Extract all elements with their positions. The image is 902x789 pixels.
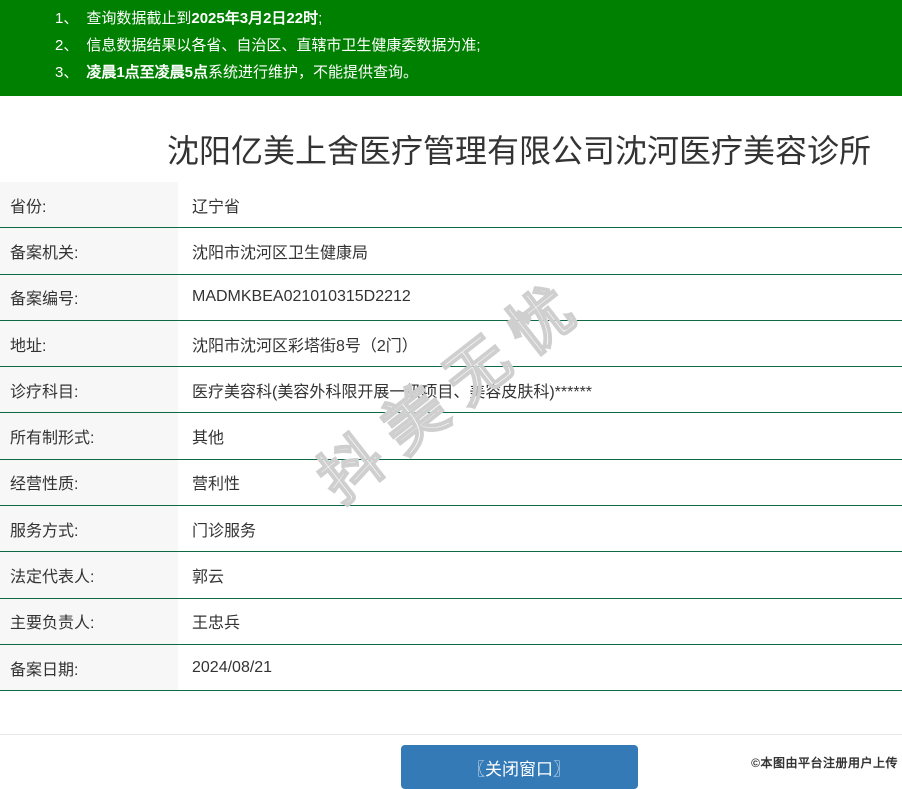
image-credit: ©本图由平台注册用户上传: [751, 754, 898, 771]
row-value: 营利性: [178, 460, 902, 505]
notice-text: 查询数据截止到: [86, 10, 191, 27]
row-label: 主要负责人:: [0, 599, 178, 644]
row-value: 沈阳市沈河区彩塔街8号（2门）: [178, 321, 902, 366]
table-row-operation-nature: 经营性质: 营利性: [0, 460, 902, 506]
row-label: 经营性质:: [0, 460, 178, 505]
notice-line-3: 3、凌晨1点至凌晨5点系统进行维护，不能提供查询。: [55, 59, 902, 86]
row-value: 辽宁省: [178, 182, 902, 227]
row-label: 备案日期:: [0, 645, 178, 690]
table-row-principal-person: 主要负责人: 王忠兵: [0, 599, 902, 645]
row-value: 郭云: [178, 552, 902, 597]
table-row-service-mode: 服务方式: 门诊服务: [0, 506, 902, 552]
notice-line-1: 1、查询数据截止到2025年3月2日22时;: [55, 5, 902, 32]
close-window-button[interactable]: 〖关闭窗口〗: [401, 745, 638, 789]
row-label: 所有制形式:: [0, 413, 178, 458]
table-row-filing-number: 备案编号: MADMKBEA021010315D2212: [0, 275, 902, 321]
row-value: MADMKBEA021010315D2212: [178, 275, 902, 320]
row-value: 其他: [178, 413, 902, 458]
notice-number: 1、: [55, 10, 78, 27]
notice-banner: 1、查询数据截止到2025年3月2日22时; 2、信息数据结果以各省、自治区、直…: [0, 0, 902, 96]
notice-line-2: 2、信息数据结果以各省、自治区、直辖市卫生健康委数据为准;: [55, 32, 902, 59]
table-row-ownership-form: 所有制形式: 其他: [0, 413, 902, 459]
info-table: 省份: 辽宁省 备案机关: 沈阳市沈河区卫生健康局 备案编号: MADMKBEA…: [0, 182, 902, 691]
table-row-province: 省份: 辽宁省: [0, 182, 902, 228]
row-label: 地址:: [0, 321, 178, 366]
notice-text: 系统进行维护，不能提供查询。: [208, 64, 418, 81]
notice-number: 2、: [55, 37, 78, 54]
notice-text-bold: 凌晨1点至凌晨5点: [86, 64, 208, 81]
row-value: 王忠兵: [178, 599, 902, 644]
table-row-address: 地址: 沈阳市沈河区彩塔街8号（2门）: [0, 321, 902, 367]
row-label: 备案编号:: [0, 275, 178, 320]
row-label: 服务方式:: [0, 506, 178, 551]
notice-text-bold: 2025年3月2日22时: [191, 10, 318, 27]
page-title: 沈阳亿美上舍医疗管理有限公司沈河医疗美容诊所: [0, 96, 902, 182]
notice-text: 信息数据结果以各省、自治区、直辖市卫生健康委数据为准;: [86, 37, 480, 54]
row-label: 法定代表人:: [0, 552, 178, 597]
table-row-legal-representative: 法定代表人: 郭云: [0, 552, 902, 598]
row-value: 医疗美容科(美容外科限开展一级项目、美容皮肤科)******: [178, 367, 902, 412]
table-row-filing-date: 备案日期: 2024/08/21: [0, 645, 902, 691]
page-content: 1、查询数据截止到2025年3月2日22时; 2、信息数据结果以各省、自治区、直…: [0, 0, 902, 789]
row-value: 沈阳市沈河区卫生健康局: [178, 228, 902, 273]
notice-text: ;: [318, 10, 322, 27]
row-value: 门诊服务: [178, 506, 902, 551]
divider: [0, 734, 902, 735]
row-label: 诊疗科目:: [0, 367, 178, 412]
row-value: 2024/08/21: [178, 645, 902, 690]
notice-number: 3、: [55, 64, 78, 81]
table-row-medical-subjects: 诊疗科目: 医疗美容科(美容外科限开展一级项目、美容皮肤科)******: [0, 367, 902, 413]
row-label: 省份:: [0, 182, 178, 227]
row-label: 备案机关:: [0, 228, 178, 273]
table-row-filing-authority: 备案机关: 沈阳市沈河区卫生健康局: [0, 228, 902, 274]
